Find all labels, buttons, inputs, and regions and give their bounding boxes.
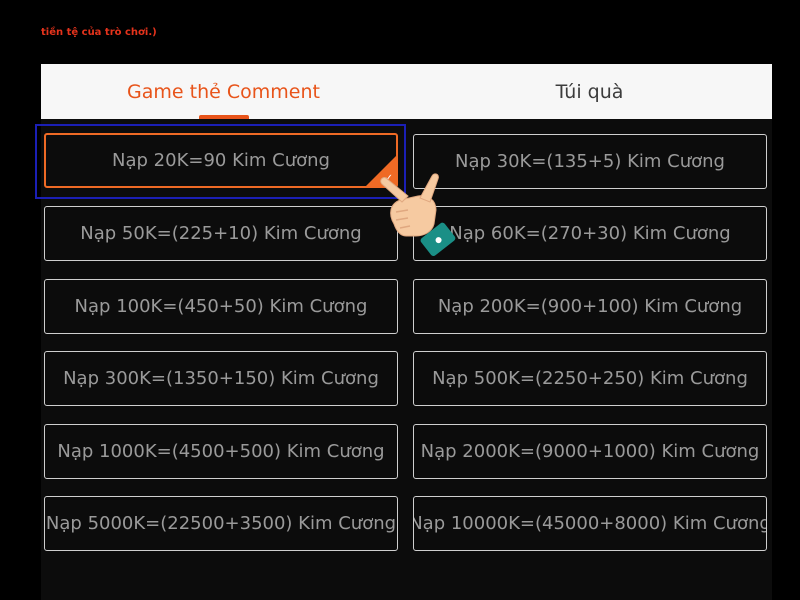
recharge-option[interactable]: Nạp 300K=(1350+150) Kim Cương xyxy=(44,351,398,406)
option-label: Nạp 20K=90 Kim Cương xyxy=(112,150,330,171)
tab-bar: Game thẻ Comment Túi quà xyxy=(41,64,772,119)
recharge-option[interactable]: Nạp 50K=(225+10) Kim Cương xyxy=(44,206,398,261)
recharge-option[interactable]: Nạp 500K=(2250+250) Kim Cương xyxy=(413,351,767,406)
recharge-option[interactable]: Nạp 30K=(135+5) Kim Cương xyxy=(413,134,767,189)
option-label: Nạp 200K=(900+100) Kim Cương xyxy=(437,296,743,317)
option-label: Nạp 30K=(135+5) Kim Cương xyxy=(455,151,725,172)
option-label: Nạp 1000K=(4500+500) Kim Cương xyxy=(57,441,385,462)
recharge-option[interactable]: Nạp 1000K=(4500+500) Kim Cương xyxy=(44,424,398,479)
tab-label: Game thẻ Comment xyxy=(127,80,320,103)
recharge-option[interactable]: Nạp 2000K=(9000+1000) Kim Cương xyxy=(413,424,767,479)
option-label: Nạp 50K=(225+10) Kim Cương xyxy=(80,223,362,244)
option-label: Nạp 2000K=(9000+1000) Kim Cương xyxy=(420,441,760,462)
recharge-option[interactable]: Nạp 100K=(450+50) Kim Cương xyxy=(44,279,398,334)
option-label: Nạp 5000K=(22500+3500) Kim Cương xyxy=(45,513,397,534)
option-label: Nạp 100K=(450+50) Kim Cương xyxy=(74,296,368,317)
tab-label: Túi quà xyxy=(555,80,624,103)
currency-note: tiền tệ của trò chơi.) xyxy=(41,27,157,38)
option-label: Nạp 10000K=(45000+8000) Kim Cương xyxy=(413,513,767,534)
option-label: Nạp 300K=(1350+150) Kim Cương xyxy=(63,368,379,389)
check-icon: ✓ xyxy=(384,173,393,184)
active-tab-underline xyxy=(199,115,249,119)
recharge-option[interactable]: Nạp 20K=90 Kim Cương ✓ xyxy=(44,133,398,188)
tab-tui-qua[interactable]: Túi quà xyxy=(407,64,772,119)
tab-game-the-comment[interactable]: Game thẻ Comment xyxy=(41,64,406,119)
option-label: Nạp 500K=(2250+250) Kim Cương xyxy=(432,368,748,389)
option-label: Nạp 60K=(270+30) Kim Cương xyxy=(449,223,731,244)
recharge-option[interactable]: Nạp 5000K=(22500+3500) Kim Cương xyxy=(44,496,398,551)
recharge-option[interactable]: Nạp 60K=(270+30) Kim Cương xyxy=(413,206,767,261)
page: tiền tệ của trò chơi.) Game thẻ Comment … xyxy=(0,0,800,600)
recharge-option[interactable]: Nạp 200K=(900+100) Kim Cương xyxy=(413,279,767,334)
recharge-option[interactable]: Nạp 10000K=(45000+8000) Kim Cương xyxy=(413,496,767,551)
